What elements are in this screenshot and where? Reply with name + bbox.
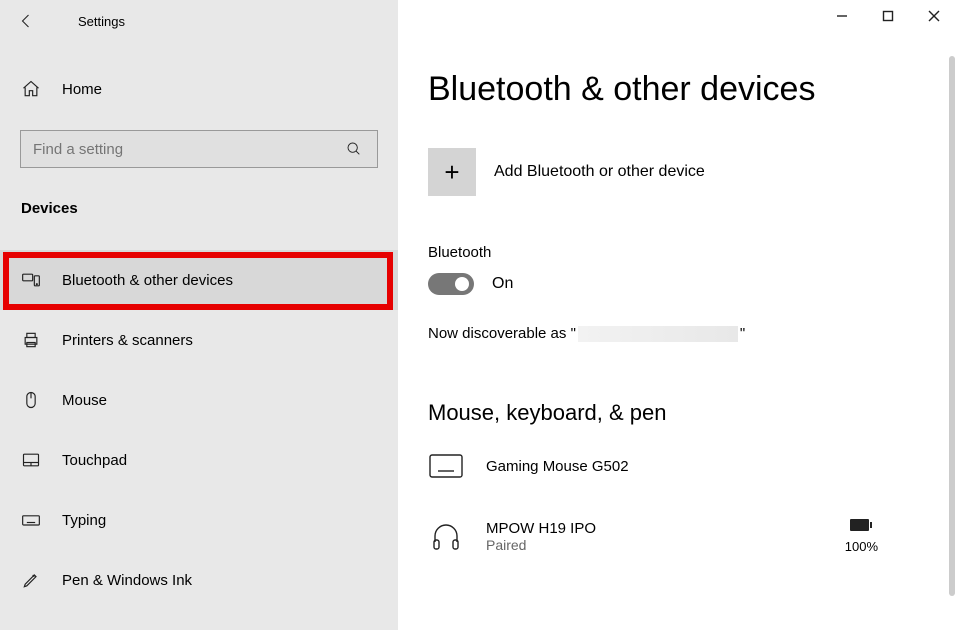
redacted-device-name [578, 326, 738, 342]
keyboard-device-icon [428, 448, 464, 484]
page-title: Bluetooth & other devices [428, 70, 815, 109]
printer-icon [20, 329, 42, 351]
device-row[interactable]: MPOW H19 IPO Paired 100% [428, 518, 928, 554]
sidebar-item-label: Mouse [62, 392, 107, 409]
discoverable-text: Now discoverable as " " [428, 325, 745, 342]
sidebar-section-heading: Devices [21, 200, 78, 217]
search-icon [343, 138, 365, 160]
home-icon [20, 78, 42, 100]
bluetooth-toggle-state: On [492, 275, 513, 293]
sidebar-item-label: Touchpad [62, 452, 127, 469]
headphones-icon [428, 518, 464, 554]
discoverable-prefix: Now discoverable as " [428, 325, 576, 342]
sidebar-nav: Bluetooth & other devices Printers & sca… [0, 250, 398, 610]
battery-icon [849, 518, 873, 532]
sidebar-item-typing[interactable]: Typing [0, 490, 398, 550]
sidebar-home-label: Home [62, 81, 102, 98]
sidebar: Settings Home Devices Bluetooth & other … [0, 0, 398, 630]
sidebar-item-label: Printers & scanners [62, 332, 193, 349]
scrollbar[interactable] [949, 56, 955, 596]
search-box[interactable] [20, 130, 378, 168]
battery-percentage: 100% [845, 539, 878, 554]
sidebar-home[interactable]: Home [20, 78, 102, 100]
device-name: Gaming Mouse G502 [486, 458, 928, 475]
sidebar-item-printers[interactable]: Printers & scanners [0, 310, 398, 370]
sidebar-item-label: Typing [62, 512, 106, 529]
main-content: Bluetooth & other devices + Add Bluetoot… [398, 0, 957, 630]
pen-icon [20, 569, 42, 591]
devices-icon [20, 269, 42, 291]
sidebar-item-label: Bluetooth & other devices [62, 272, 233, 289]
device-row[interactable]: Gaming Mouse G502 [428, 448, 928, 484]
mouse-icon [20, 389, 42, 411]
device-battery: 100% [845, 518, 878, 554]
add-device-label: Add Bluetooth or other device [494, 163, 705, 181]
minimize-button[interactable] [819, 0, 865, 32]
sidebar-item-touchpad[interactable]: Touchpad [0, 430, 398, 490]
window-controls [819, 0, 957, 32]
device-group-heading: Mouse, keyboard, & pen [428, 400, 666, 426]
add-device-button[interactable]: + Add Bluetooth or other device [428, 148, 705, 196]
bluetooth-heading: Bluetooth [428, 244, 491, 261]
sidebar-item-pen[interactable]: Pen & Windows Ink [0, 550, 398, 610]
maximize-button[interactable] [865, 0, 911, 32]
search-input[interactable] [33, 141, 343, 158]
keyboard-icon [20, 509, 42, 531]
sidebar-item-label: Pen & Windows Ink [62, 572, 192, 589]
back-button[interactable] [18, 12, 36, 35]
touchpad-icon [20, 449, 42, 471]
sidebar-item-mouse[interactable]: Mouse [0, 370, 398, 430]
bluetooth-toggle[interactable] [428, 273, 474, 295]
app-title: Settings [78, 14, 125, 29]
close-button[interactable] [911, 0, 957, 32]
sidebar-item-bluetooth[interactable]: Bluetooth & other devices [0, 250, 398, 310]
discoverable-suffix: " [740, 325, 745, 342]
plus-icon: + [428, 148, 476, 196]
